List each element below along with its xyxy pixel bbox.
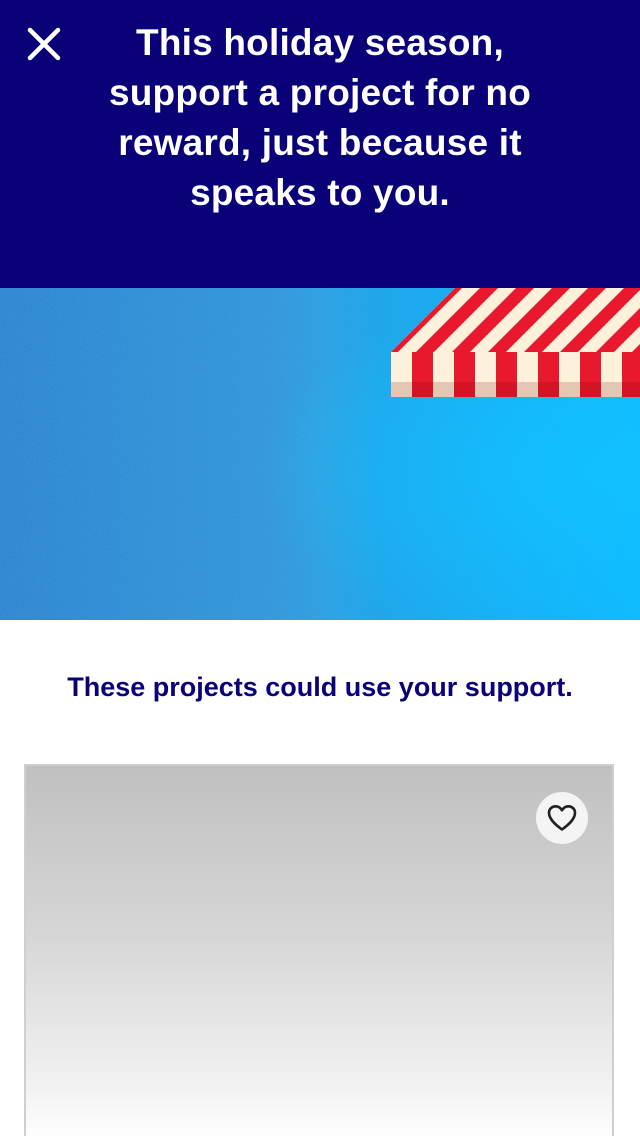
close-button[interactable]: [18, 18, 70, 70]
holiday-support-screen: This holiday season, support a project f…: [0, 0, 640, 1136]
project-card[interactable]: [24, 764, 614, 1136]
close-icon: [27, 27, 61, 61]
banner-headline: This holiday season, support a project f…: [108, 22, 532, 213]
heart-outline-icon: [547, 805, 577, 831]
holiday-banner: This holiday season, support a project f…: [0, 0, 640, 288]
awning-front: [391, 352, 640, 397]
section-heading: These projects could use your support.: [67, 672, 573, 702]
favorite-button[interactable]: [536, 792, 588, 844]
shop-awning-illustration: [0, 288, 640, 620]
